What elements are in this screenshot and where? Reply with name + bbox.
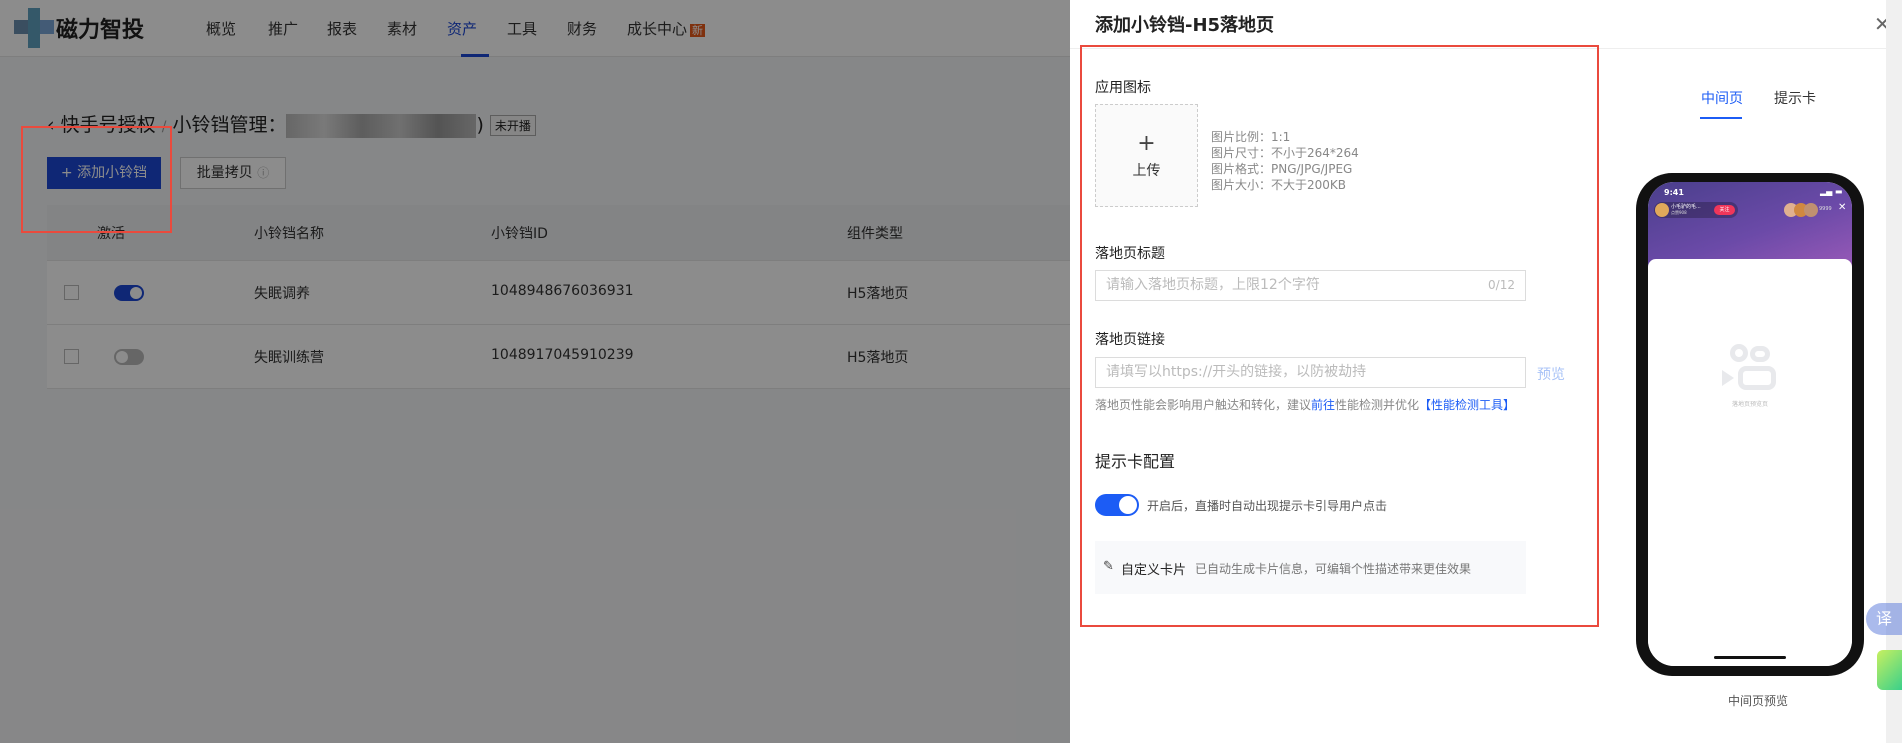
drawer-title: 添加小铃铛-H5落地页 <box>1095 15 1275 36</box>
title-input[interactable]: 请输入落地页标题，上限12个字符 0/12 <box>1095 270 1526 301</box>
icon-requirements: 图片比例：1:1 图片尺寸：不小于264*264 图片格式：PNG/JPG/JP… <box>1211 129 1359 193</box>
info-line: 图片尺寸：不小于264*264 <box>1211 146 1359 160</box>
info-line: 图片格式：PNG/JPG/JPEG <box>1211 162 1353 176</box>
close-icon: ✕ <box>1838 202 1847 213</box>
plus-icon: + <box>1137 131 1156 156</box>
preview-link[interactable]: 预览 <box>1537 364 1565 384</box>
custom-card-desc: 已自动生成卡片信息，可编辑个性描述带来更佳效果 <box>1195 562 1472 576</box>
edit-icon[interactable]: ✎ <box>1103 559 1114 574</box>
custom-card-box: ✎ 自定义卡片 已自动生成卡片信息，可编辑个性描述带来更佳效果 <box>1095 541 1526 594</box>
tab-tip-card[interactable]: 提示卡 <box>1774 88 1816 108</box>
title-placeholder: 请输入落地页标题，上限12个字符 <box>1106 277 1320 293</box>
phone-preview: 9:41 ▂▄ ▬ 小毛驴的毛... 点赞908 关注 9999 ✕ 落地页预览… <box>1636 173 1864 676</box>
status-time: 9:41 <box>1664 188 1684 197</box>
goto-link[interactable]: 前往 <box>1311 398 1335 412</box>
hint-text: 性能检测并优化 <box>1335 398 1420 412</box>
streamer-pill: 小毛驴的毛... 点赞908 关注 <box>1654 202 1738 218</box>
avatar <box>1655 203 1669 217</box>
upload-button[interactable]: + 上传 <box>1095 104 1198 207</box>
follow-button: 关注 <box>1714 205 1735 215</box>
landing-page-sheet: 落地页预览页 <box>1648 259 1852 666</box>
custom-card-link[interactable]: 自定义卡片 <box>1121 559 1186 578</box>
preview-placeholder: 落地页预览页 <box>1731 401 1768 408</box>
modal-overlay[interactable] <box>0 0 1070 743</box>
char-count: 0/12 <box>1488 278 1515 292</box>
streamer-name: 小毛驴的毛... <box>1671 204 1701 210</box>
preview-caption: 中间页预览 <box>1728 694 1789 708</box>
toggle-description: 开启后，直播时自动出现提示卡引导用户点击 <box>1147 499 1388 513</box>
info-line: 图片大小：不大于200KB <box>1211 178 1347 192</box>
translate-button[interactable]: 译 <box>1866 603 1902 635</box>
assistant-mascot-icon[interactable] <box>1877 650 1902 690</box>
phone-screen: 9:41 ▂▄ ▬ 小毛驴的毛... 点赞908 关注 9999 ✕ 落地页预览… <box>1648 182 1852 666</box>
streamer-likes: 点赞908 <box>1671 210 1687 215</box>
link-input[interactable]: 请填写以https://开头的链接，以防被劫持 <box>1095 357 1526 388</box>
upload-label: 上传 <box>1132 163 1161 179</box>
link-placeholder: 请填写以https://开头的链接，以防被劫持 <box>1106 364 1367 380</box>
tab-indicator <box>1700 117 1742 119</box>
title-label: 落地页标题 <box>1095 246 1165 262</box>
viewer-avatar <box>1804 203 1818 217</box>
tab-middle-page[interactable]: 中间页 <box>1701 88 1743 108</box>
hint-text: 落地页性能会影响用户触达和转化，建议 <box>1095 398 1312 412</box>
viewer-count: 9999 <box>1819 206 1832 212</box>
perf-tool-link[interactable]: 【性能检测工具】 <box>1419 398 1515 412</box>
performance-hint: 落地页性能会影响用户触达和转化，建议前往性能检测并优化【性能检测工具】 <box>1095 396 1515 413</box>
link-label: 落地页链接 <box>1095 332 1165 348</box>
card-section-title: 提示卡配置 <box>1095 452 1176 471</box>
card-toggle[interactable] <box>1095 494 1139 516</box>
icon-label: 应用图标 <box>1095 80 1151 96</box>
signal-icon: ▂▄ ▬ <box>1820 187 1843 196</box>
info-line: 图片比例：1:1 <box>1211 130 1291 144</box>
home-indicator <box>1714 656 1786 659</box>
kuaishou-logo-icon <box>1722 344 1776 390</box>
highlight-box <box>21 126 172 233</box>
